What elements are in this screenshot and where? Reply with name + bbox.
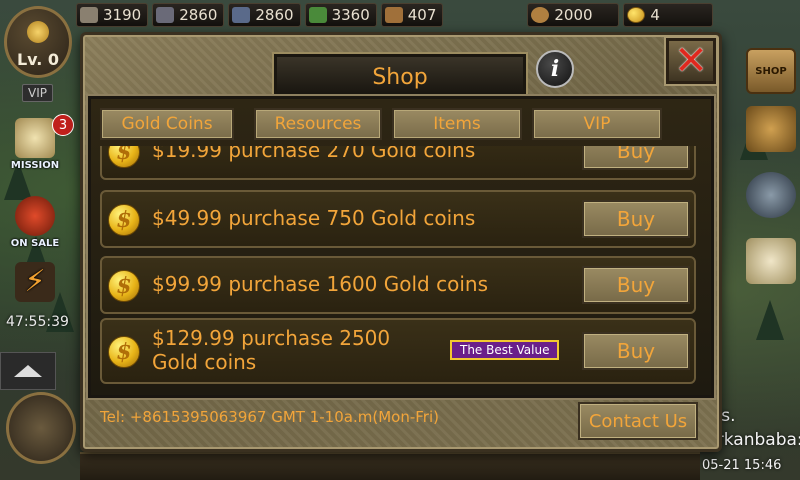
- offer-list[interactable]: $ $19.99 purchase 270 Gold coins Buy $ $…: [100, 146, 700, 386]
- offer-text: $49.99 purchase 750 Gold coins: [152, 206, 476, 230]
- shop-tabs: Gold Coins Resources Items VIP: [100, 108, 662, 140]
- stone-icon: [80, 7, 98, 23]
- offer-row: $ $129.99 purchase 2500 Gold coins The B…: [100, 318, 696, 384]
- treasure-chest-icon[interactable]: [746, 106, 796, 152]
- player-level-medallion[interactable]: Lv. 0: [4, 6, 72, 78]
- offer-text: $129.99 purchase 2500 Gold coins: [152, 326, 391, 374]
- offer-text: $99.99 purchase 1600 Gold coins: [152, 272, 488, 296]
- buy-button[interactable]: Buy: [582, 146, 690, 170]
- wheat-icon: [308, 7, 327, 23]
- close-icon: ✕: [674, 38, 708, 84]
- chat-timestamp: 05-21 15:46: [702, 458, 782, 473]
- troops-icon: [384, 7, 403, 23]
- tree-decoration: [756, 300, 784, 340]
- scroll-icon: [15, 118, 55, 158]
- offer-row: $ $49.99 purchase 750 Gold coins Buy: [100, 190, 696, 248]
- city-arch-button[interactable]: [6, 392, 76, 464]
- lightning-button[interactable]: ⚡: [6, 262, 64, 304]
- support-phone: Tel: +8615395063967 GMT 1-10a.m(Mon-Fri): [100, 408, 439, 426]
- resource-gold[interactable]: 4: [623, 3, 714, 27]
- offer-row: $ $19.99 purchase 270 Gold coins Buy: [100, 146, 696, 180]
- resource-steel[interactable]: 2860: [228, 3, 301, 27]
- gold-coin-icon: $: [108, 146, 140, 168]
- mission-count-badge: 3: [52, 114, 74, 136]
- info-button[interactable]: i: [536, 50, 574, 88]
- sale-bag-icon: [15, 196, 55, 236]
- resource-bar: 3190 2860 2860 3360 407 2000 4: [76, 0, 800, 30]
- scroll-decree-icon[interactable]: [746, 238, 796, 284]
- lightning-icon: ⚡: [15, 262, 55, 302]
- resource-troops[interactable]: 407: [380, 3, 444, 27]
- tab-vip[interactable]: VIP: [532, 108, 662, 140]
- countdown-timer: 47:55:39: [6, 314, 69, 330]
- resource-food[interactable]: 3360: [304, 3, 377, 27]
- medal-icon: [27, 21, 49, 43]
- bottom-toolbar: [80, 452, 700, 480]
- resource-stone[interactable]: 3190: [76, 3, 149, 27]
- offer-text: $19.99 purchase 270 Gold coins: [152, 146, 476, 162]
- resource-money[interactable]: 2000: [527, 3, 620, 27]
- buy-button[interactable]: Buy: [582, 200, 690, 238]
- money-bag-icon: [531, 7, 550, 23]
- buy-button[interactable]: Buy: [582, 332, 690, 370]
- vip-tag[interactable]: VIP: [22, 84, 53, 102]
- buy-button[interactable]: Buy: [582, 266, 690, 304]
- on-sale-button[interactable]: ON SALE: [6, 196, 64, 249]
- steel-icon: [232, 7, 251, 23]
- gold-coin-icon: $: [108, 204, 140, 236]
- resource-iron[interactable]: 2860: [152, 3, 225, 27]
- best-value-badge: The Best Value: [450, 340, 560, 360]
- mission-label: MISSION: [10, 160, 60, 171]
- on-sale-label: ON SALE: [10, 238, 60, 249]
- tab-items[interactable]: Items: [392, 108, 522, 140]
- contact-us-button[interactable]: Contact Us: [578, 402, 698, 440]
- helmet-icon[interactable]: [746, 172, 796, 218]
- gold-coin-icon: $: [108, 336, 140, 368]
- offer-row: $ $99.99 purchase 1600 Gold coins Buy: [100, 256, 696, 314]
- expand-up-button[interactable]: [0, 352, 56, 390]
- gold-coin-icon: [627, 7, 646, 23]
- shop-sign-button[interactable]: SHOP: [746, 48, 796, 94]
- arrow-up-icon: [14, 365, 42, 377]
- shop-title: Shop: [274, 54, 526, 100]
- tab-gold-coins[interactable]: Gold Coins: [100, 108, 234, 140]
- gold-coin-icon: $: [108, 270, 140, 302]
- tab-resources[interactable]: Resources: [254, 108, 382, 140]
- close-button[interactable]: ✕: [666, 38, 716, 84]
- level-label: Lv. 0: [16, 50, 60, 69]
- iron-icon: [156, 7, 175, 23]
- info-icon: i: [550, 56, 560, 82]
